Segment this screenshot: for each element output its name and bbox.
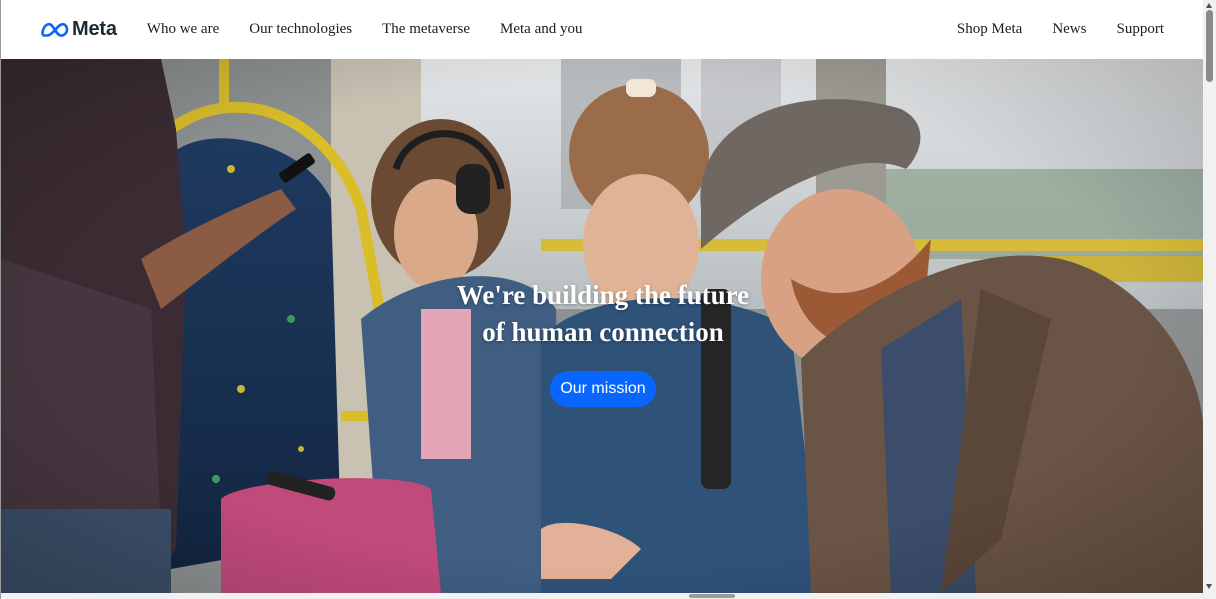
hero-title: We're building the future of human conne… bbox=[456, 280, 750, 347]
meta-logo[interactable]: Meta bbox=[41, 18, 117, 41]
horizontal-scroll-thumb[interactable] bbox=[689, 594, 735, 598]
vertical-scroll-thumb[interactable] bbox=[1206, 10, 1213, 82]
primary-nav: Who we are Our technologies The metavers… bbox=[147, 21, 613, 38]
nav-news[interactable]: News bbox=[1052, 21, 1086, 38]
vertical-scrollbar[interactable] bbox=[1203, 0, 1216, 593]
nav-support[interactable]: Support bbox=[1116, 21, 1164, 38]
secondary-nav: Shop Meta News Support bbox=[927, 21, 1164, 38]
top-navigation: Meta Who we are Our technologies The met… bbox=[1, 0, 1204, 59]
meta-homepage: Meta Who we are Our technologies The met… bbox=[0, 0, 1216, 599]
horizontal-scrollbar[interactable] bbox=[1, 593, 1216, 599]
nav-shop-meta[interactable]: Shop Meta bbox=[957, 21, 1022, 38]
nav-our-technologies[interactable]: Our technologies bbox=[249, 21, 352, 38]
our-mission-button[interactable]: Our mission bbox=[550, 371, 656, 407]
logo-wordmark: Meta bbox=[72, 18, 117, 40]
meta-infinity-icon bbox=[41, 22, 69, 37]
scroll-down-arrow-icon[interactable] bbox=[1206, 584, 1212, 589]
nav-meta-and-you[interactable]: Meta and you bbox=[500, 21, 582, 38]
hero-section: We're building the future of human conne… bbox=[1, 59, 1204, 593]
nav-the-metaverse[interactable]: The metaverse bbox=[382, 21, 470, 38]
scroll-up-arrow-icon[interactable] bbox=[1206, 3, 1212, 8]
nav-who-we-are[interactable]: Who we are bbox=[147, 21, 219, 38]
hero-content: We're building the future of human conne… bbox=[453, 277, 753, 407]
